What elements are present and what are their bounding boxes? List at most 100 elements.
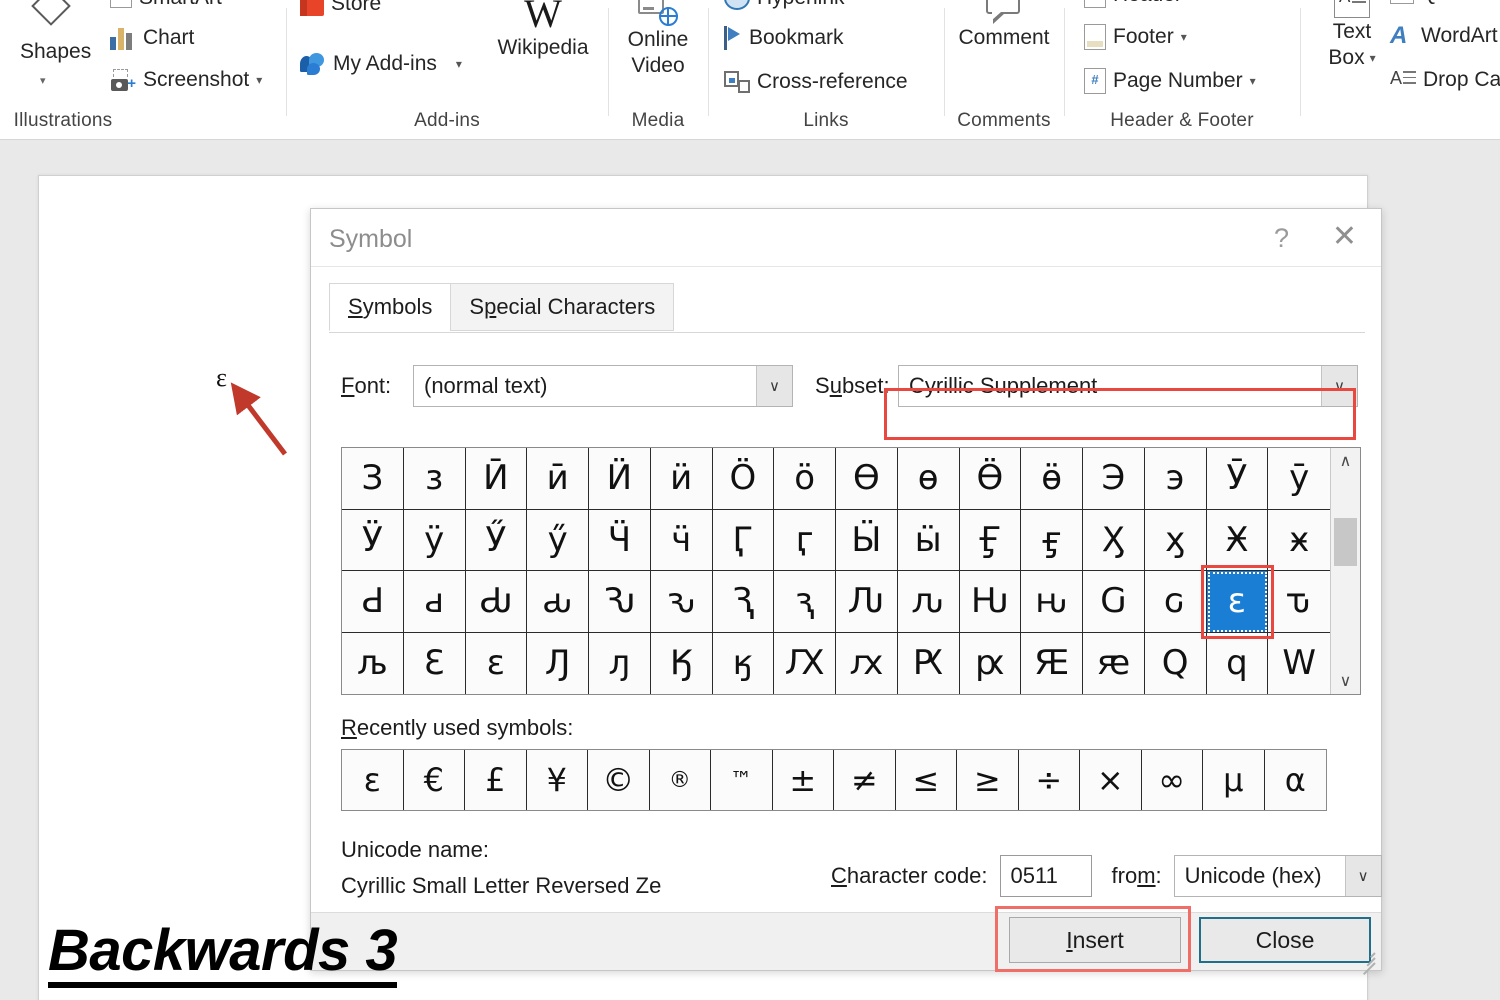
symbol-grid[interactable]: Зз Ӣӣ Ӥ ӥ Ӧӧ Өө Ӫӫ Ээ Ӯӯ Ӱӱ Ӳӳ Ӵӵ Ӷӷ Ӹӹ Ӻӻ Ӽӽ Ӿӿ Ԁԁ Ԃԃ Ԅԅ… bbox=[341, 447, 1361, 695]
chevron-down-icon[interactable]: ∨ bbox=[756, 366, 792, 406]
ribbon-button-wordart[interactable]: A WordArt bbox=[1390, 24, 1498, 48]
symbol-cell[interactable]: Ԓ bbox=[527, 632, 589, 694]
ribbon-button-my-addins[interactable]: My Add-ins ▾ bbox=[300, 52, 462, 76]
symbol-cell[interactable]: Ӵ bbox=[589, 509, 651, 571]
symbol-cell[interactable]: Ӳ bbox=[465, 509, 528, 571]
recent-symbol-cell[interactable]: © bbox=[588, 750, 650, 810]
symbol-cell[interactable]: Ӣ bbox=[465, 448, 528, 510]
symbol-cell[interactable]: Ӄ bbox=[650, 632, 713, 694]
ribbon-button-shapes[interactable]: Shapes bbox=[20, 40, 91, 64]
from-combobox[interactable]: Unicode (hex) ∨ bbox=[1173, 855, 1382, 897]
tab-symbols[interactable]: Symbols bbox=[329, 283, 452, 331]
ribbon-button-chart[interactable]: Chart bbox=[110, 26, 194, 50]
symbol-cell[interactable]: Ӷ bbox=[712, 509, 775, 571]
chevron-down-icon[interactable]: ∨ bbox=[1344, 856, 1381, 896]
help-icon[interactable]: ? bbox=[1274, 223, 1289, 254]
symbol-cell[interactable]: ӣ bbox=[527, 448, 589, 510]
symbol-cell[interactable]: Ԛ bbox=[1144, 632, 1207, 694]
ribbon-button-header[interactable]: Header ▾ bbox=[1084, 0, 1195, 8]
symbol-cell[interactable]: з bbox=[403, 448, 466, 510]
ribbon-button-drop-cap[interactable]: A Drop Cap bbox=[1390, 68, 1500, 92]
ribbon-button-smartart[interactable]: SmartArt bbox=[110, 0, 222, 10]
symbol-cell[interactable]: Ӧ bbox=[712, 448, 775, 510]
symbol-cell[interactable]: ԛ bbox=[1206, 632, 1269, 694]
symbol-cell[interactable]: Ԃ bbox=[465, 571, 528, 633]
symbol-cell[interactable]: Ӱ bbox=[342, 509, 404, 571]
symbol-cell[interactable]: э bbox=[1144, 448, 1207, 510]
symbol-cell[interactable]: Ԙ bbox=[1021, 632, 1083, 694]
symbol-cell[interactable]: ԉ bbox=[897, 571, 960, 633]
recent-symbol-cell[interactable]: α bbox=[1264, 750, 1326, 810]
ribbon-button-cross-reference[interactable]: Cross-reference bbox=[724, 70, 908, 94]
symbol-cell[interactable]: ԙ bbox=[1083, 632, 1145, 694]
ribbon-button-text-box[interactable]: A Text Box ▾ bbox=[1316, 0, 1388, 70]
symbol-cell[interactable]: Ӽ bbox=[1083, 509, 1145, 571]
symbol-cell[interactable]: ӿ bbox=[1268, 509, 1330, 571]
recent-symbol-cell[interactable]: ™ bbox=[711, 750, 773, 810]
recent-symbol-cell[interactable]: ± bbox=[772, 750, 834, 810]
symbol-cell[interactable]: ӵ bbox=[650, 509, 713, 571]
symbol-cell[interactable]: љ bbox=[342, 632, 404, 694]
symbol-cell[interactable]: Ӥ bbox=[589, 448, 651, 510]
character-code-input[interactable]: 0511 bbox=[999, 855, 1092, 897]
symbol-cell[interactable]: Ԉ bbox=[836, 571, 898, 633]
ribbon-button-page-number[interactable]: Page Number ▾ bbox=[1084, 68, 1256, 94]
symbol-cell[interactable]: Ԁ bbox=[342, 571, 404, 633]
recent-symbol-cell[interactable]: ∞ bbox=[1141, 750, 1203, 810]
symbol-grid-scrollbar[interactable]: ∧ ∨ bbox=[1330, 448, 1360, 694]
ribbon-button-store[interactable]: Store bbox=[300, 0, 381, 16]
scroll-up-icon[interactable]: ∧ bbox=[1331, 448, 1360, 474]
scrollbar-thumb[interactable] bbox=[1334, 518, 1357, 566]
ribbon-button-quick-parts[interactable]: Quick Parts bbox=[1390, 0, 1500, 6]
scroll-down-icon[interactable]: ∨ bbox=[1331, 668, 1360, 694]
symbol-cell[interactable]: ӧ bbox=[774, 448, 836, 510]
resize-grip-icon[interactable] bbox=[1357, 948, 1376, 976]
symbol-cell[interactable]: Ӫ bbox=[959, 448, 1022, 510]
symbol-cell[interactable]: ԑ bbox=[465, 632, 528, 694]
font-combobox[interactable]: (normal text) ∨ bbox=[413, 365, 793, 407]
recent-symbol-cell[interactable]: ÷ bbox=[1018, 750, 1080, 810]
symbol-cell[interactable]: Ԇ bbox=[712, 571, 775, 633]
ribbon-button-online-video[interactable]: Online Video bbox=[620, 0, 696, 78]
symbol-cell[interactable]: Ԕ bbox=[774, 632, 836, 694]
recently-used-symbols[interactable]: ε € £ ¥ © ® ™ ± ≠ ≤ ≥ ÷ × ∞ μ α bbox=[341, 749, 1327, 811]
insert-button[interactable]: Insert bbox=[1009, 917, 1181, 963]
ribbon-button-wikipedia[interactable]: W Wikipedia bbox=[488, 0, 598, 60]
recent-symbol-cell[interactable]: ≠ bbox=[834, 750, 896, 810]
symbol-cell[interactable]: ԇ bbox=[774, 571, 836, 633]
symbol-cell[interactable]: Ԑ bbox=[403, 632, 466, 694]
recent-symbol-cell[interactable]: μ bbox=[1203, 750, 1265, 810]
symbol-cell[interactable]: ԁ bbox=[403, 571, 466, 633]
recent-symbol-cell[interactable]: ≤ bbox=[895, 750, 957, 810]
symbol-cell[interactable]: Ӿ bbox=[1206, 509, 1269, 571]
symbol-cell[interactable]: ӄ bbox=[712, 632, 775, 694]
symbol-cell[interactable]: ԗ bbox=[959, 632, 1022, 694]
tab-special-characters[interactable]: Special Characters bbox=[450, 283, 675, 331]
ribbon-button-footer[interactable]: Footer ▾ bbox=[1084, 24, 1187, 50]
ribbon-button-screenshot[interactable]: + Screenshot ▾ bbox=[110, 68, 262, 92]
symbol-cell[interactable]: ӻ bbox=[1021, 509, 1083, 571]
symbol-cell[interactable]: ԕ bbox=[836, 632, 898, 694]
subset-combobox[interactable]: Cyrillic Supplement ∨ bbox=[898, 365, 1358, 407]
symbol-cell[interactable]: Ԍ bbox=[1083, 571, 1145, 633]
recent-symbol-cell[interactable]: ε bbox=[342, 750, 404, 810]
symbol-cell[interactable]: ӹ bbox=[897, 509, 960, 571]
symbol-cell[interactable]: ԍ bbox=[1144, 571, 1207, 633]
symbol-cell[interactable]: ӱ bbox=[403, 509, 466, 571]
symbol-cell[interactable]: ө bbox=[897, 448, 960, 510]
symbol-cell[interactable]: Ԋ bbox=[959, 571, 1022, 633]
symbol-cell[interactable]: Ԝ bbox=[1268, 632, 1330, 694]
symbol-cell[interactable]: Ӹ bbox=[836, 509, 898, 571]
symbol-cell[interactable]: З bbox=[342, 448, 404, 510]
symbol-cell[interactable]: ԃ bbox=[527, 571, 589, 633]
ribbon-button-hyperlink[interactable]: Hyperlink bbox=[724, 0, 845, 10]
recent-symbol-cell[interactable]: € bbox=[403, 750, 465, 810]
close-icon[interactable]: ✕ bbox=[1332, 221, 1357, 253]
symbol-cell[interactable]: Ԅ bbox=[589, 571, 651, 633]
symbol-cell[interactable]: Э bbox=[1083, 448, 1145, 510]
symbol-cell[interactable]: ԓ bbox=[589, 632, 651, 694]
symbol-cell[interactable]: Ԗ bbox=[897, 632, 960, 694]
symbol-cell[interactable]: ӯ bbox=[1268, 448, 1330, 510]
symbol-cell[interactable]: ӳ bbox=[527, 509, 589, 571]
close-button[interactable]: Close bbox=[1199, 917, 1371, 963]
